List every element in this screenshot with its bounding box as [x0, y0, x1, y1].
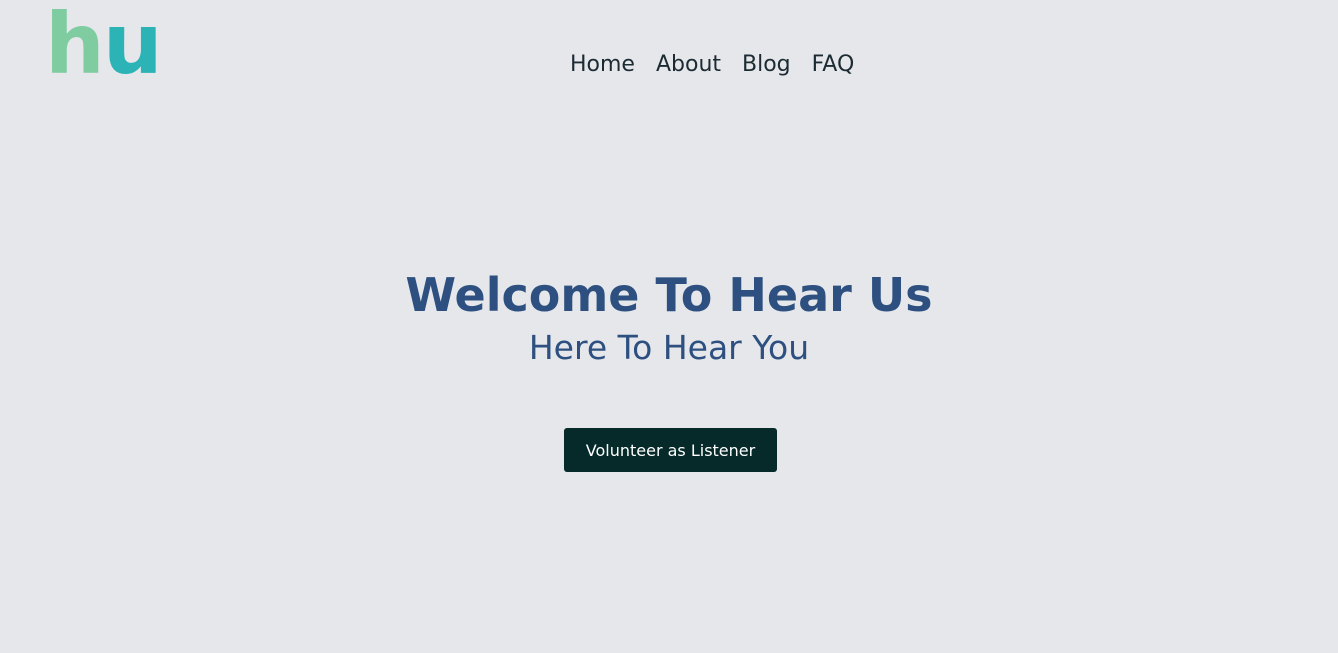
volunteer-button[interactable]: Volunteer as Listener [564, 428, 777, 472]
logo-letter-u: u [102, 0, 163, 93]
nav-item-blog[interactable]: Blog [742, 52, 791, 77]
hero-title: Welcome To Hear Us [405, 268, 933, 322]
hero-section: Welcome To Hear Us Here To Hear You [0, 268, 1338, 368]
hero-subtitle: Here To Hear You [528, 328, 810, 367]
nav-item-about[interactable]: About [656, 52, 721, 77]
nav-item-faq[interactable]: FAQ [812, 52, 855, 77]
page: h u Home About Blog FAQ Welcome To Hear … [0, 0, 1338, 653]
logo-letter-h: h [45, 0, 105, 93]
site-logo[interactable]: h u [45, 0, 163, 93]
main-nav: Home About Blog FAQ [570, 52, 854, 77]
nav-item-home[interactable]: Home [570, 52, 635, 77]
